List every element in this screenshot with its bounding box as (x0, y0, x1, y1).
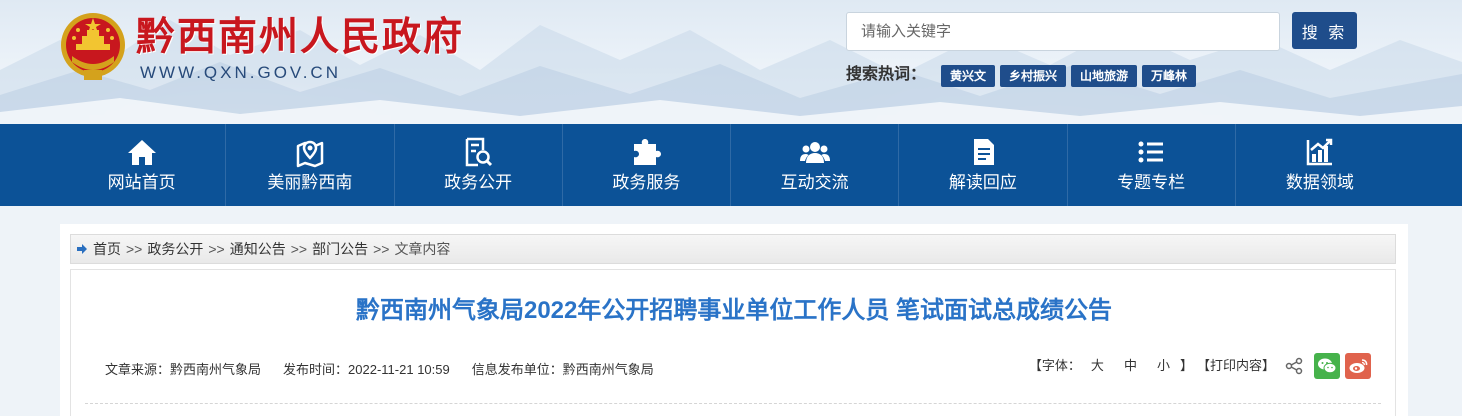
divider (85, 403, 1381, 404)
wechat-icon (1318, 358, 1337, 374)
nav-item-interaction[interactable]: 互动交流 (731, 124, 900, 206)
meta-publisher-value: 黔西南州气象局 (562, 362, 654, 377)
hot-tag[interactable]: 黄兴文 (941, 65, 996, 87)
meta-publisher-label: 信息发布单位： (471, 362, 563, 377)
breadcrumb-notices[interactable]: 通知公告 (230, 239, 286, 259)
file-icon (967, 136, 999, 168)
font-size-prefix: 【字体： (1028, 358, 1081, 373)
hot-search-tags: 黄兴文 乡村振兴 山地旅游 万峰林 (941, 65, 1197, 87)
puzzle-icon (630, 136, 662, 168)
nav-label: 政务服务 (612, 173, 681, 192)
meta-source-label: 文章来源： (105, 362, 171, 377)
site-header: 黔西南州人民政府 WWW.QXN.GOV.CN 搜 索 搜索热词： 黄兴文 乡村… (0, 0, 1462, 124)
content-area: 首页 >> 政务公开 >> 通知公告 >> 部门公告 >> 文章内容 黔西南州气… (60, 224, 1408, 416)
nav-item-gov-service[interactable]: 政务服务 (563, 124, 731, 206)
nav-item-home[interactable]: 网站首页 (58, 124, 227, 206)
nav-label: 数据领域 (1285, 173, 1354, 192)
chart-icon (1304, 136, 1336, 168)
search-input[interactable] (846, 12, 1280, 51)
font-size-medium[interactable]: 中 (1124, 353, 1137, 379)
breadcrumb-separator: >> (126, 241, 143, 257)
article-tools: 【字体： 大 中 小 】 【打印内容】 (1029, 353, 1371, 379)
nav-item-special-topics[interactable]: 专题专栏 (1068, 124, 1236, 206)
hot-tag[interactable]: 山地旅游 (1071, 65, 1138, 87)
article-title: 黔西南州气象局2022年公开招聘事业单位工作人员 笔试面试总成绩公告 (355, 297, 1113, 324)
map-pin-icon (294, 136, 326, 168)
breadcrumb-dept-notices[interactable]: 部门公告 (312, 239, 368, 259)
breadcrumb: 首页 >> 政务公开 >> 通知公告 >> 部门公告 >> 文章内容 (70, 234, 1396, 264)
breadcrumb-separator: >> (373, 241, 390, 257)
meta-time: 发布时间： 2022-11-21 10:59 (283, 359, 450, 381)
nav-label: 互动交流 (780, 173, 849, 192)
breadcrumb-separator: >> (290, 241, 308, 257)
people-icon (799, 136, 831, 168)
nav-label: 专题专栏 (1117, 173, 1186, 192)
hot-tag[interactable]: 万峰林 (1142, 65, 1197, 87)
site-title[interactable]: 黔西南州人民政府 (136, 14, 464, 60)
nav-label: 解读回应 (948, 173, 1017, 192)
weibo-share-button[interactable] (1345, 353, 1371, 379)
nav-label: 网站首页 (107, 173, 176, 192)
nav-label: 美丽黔西南 (267, 173, 353, 192)
font-size-suffix: 】 (1179, 358, 1193, 373)
font-size-large[interactable]: 大 (1091, 353, 1104, 379)
print-button[interactable]: 【打印内容】 (1197, 353, 1275, 379)
nav-item-beautiful-qxn[interactable]: 美丽黔西南 (226, 124, 395, 206)
meta-time-value: 2022-11-21 10:59 (348, 362, 450, 377)
meta-publisher: 信息发布单位： 黔西南州气象局 (472, 359, 654, 381)
share-icon[interactable] (1285, 357, 1303, 375)
breadcrumb-current: 文章内容 (394, 241, 451, 257)
meta-source-value: 黔西南州气象局 (170, 362, 262, 377)
arrow-right-icon (77, 244, 87, 254)
breadcrumb-separator: >> (208, 241, 225, 257)
search-button[interactable]: 搜 索 (1292, 12, 1357, 49)
national-emblem-icon (61, 13, 125, 80)
home-icon (126, 136, 158, 168)
breadcrumb-home[interactable]: 首页 (93, 239, 121, 259)
article-panel: 黔西南州气象局2022年公开招聘事业单位工作人员 笔试面试总成绩公告 文章来源：… (70, 269, 1396, 416)
hot-tag[interactable]: 乡村振兴 (1000, 65, 1067, 87)
wechat-share-button[interactable] (1314, 353, 1340, 379)
document-search-icon (462, 136, 494, 168)
list-icon (1135, 136, 1167, 168)
hot-search-label: 搜索热词： (846, 66, 927, 83)
nav-item-gov-open[interactable]: 政务公开 (395, 124, 563, 206)
breadcrumb-gov-open[interactable]: 政务公开 (147, 239, 203, 259)
nav-label: 政务公开 (444, 173, 513, 192)
nav-item-interpretation[interactable]: 解读回应 (899, 124, 1068, 206)
meta-time-label: 发布时间： (283, 362, 349, 377)
nav-item-data-field[interactable]: 数据领域 (1236, 124, 1404, 206)
main-nav: 网站首页 美丽黔西南 政务公开 政务服务 互动交流 解读回应 专题专栏 数据领域 (0, 124, 1462, 206)
article-meta: 文章来源： 黔西南州气象局 发布时间： 2022-11-21 10:59 信息发… (105, 359, 654, 381)
weibo-icon (1349, 359, 1368, 373)
font-size-small[interactable]: 小 (1157, 353, 1170, 379)
site-domain: WWW.QXN.GOV.CN (140, 63, 341, 82)
meta-source: 文章来源： 黔西南州气象局 (105, 359, 261, 381)
